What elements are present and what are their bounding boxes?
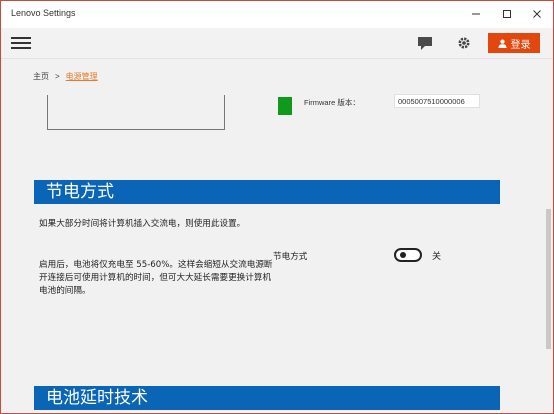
- breadcrumb-separator: >: [55, 72, 60, 81]
- gear-icon: [458, 37, 470, 49]
- firmware-value-field: 0005007510000006: [394, 94, 480, 108]
- battery-saver-details: 启用后，电池将仅充电至 55-60%。这样会缩短从交流电源断开连接后可使用计算机…: [39, 260, 273, 296]
- feedback-button[interactable]: [415, 34, 435, 52]
- minimize-icon: [472, 13, 480, 15]
- battery-saver-setting-label: 节电方式: [273, 252, 308, 262]
- login-label: 登录: [510, 39, 531, 51]
- maximize-button[interactable]: [492, 3, 522, 25]
- breadcrumb-home-link[interactable]: 主页: [33, 72, 49, 81]
- battery-saver-description: 如果大部分时间将计算机插入交流电，则使用此设置。: [39, 219, 246, 229]
- app-toolbar: 登录: [1, 28, 553, 59]
- user-icon: [498, 39, 506, 48]
- minimize-button[interactable]: [461, 3, 491, 25]
- breadcrumb: 主页 > 电源管理: [33, 71, 98, 82]
- toggle-knob: [400, 252, 406, 258]
- vertical-scrollbar[interactable]: [545, 59, 553, 412]
- toggle-state-label: 关: [432, 252, 442, 262]
- login-button[interactable]: 登录: [488, 33, 540, 53]
- window-title: Lenovo Settings: [11, 8, 76, 18]
- battery-status-badge: [278, 97, 292, 115]
- scrollbar-thumb[interactable]: [546, 209, 551, 349]
- close-button[interactable]: [522, 3, 552, 25]
- main-content: 主页 > 电源管理 Firmware 版本： 0005007510000006 节电…: [1, 59, 553, 412]
- firmware-label: Firmware 版本：: [304, 98, 360, 107]
- battery-image-frame: [47, 95, 225, 130]
- close-icon: [533, 10, 541, 18]
- chat-icon: [418, 36, 432, 50]
- settings-button[interactable]: [454, 34, 474, 52]
- battery-delay-section-header: 电池延时技术: [34, 386, 500, 410]
- battery-saver-toggle[interactable]: [394, 248, 422, 262]
- battery-saver-section-header: 节电方式: [34, 180, 500, 204]
- title-bar: Lenovo Settings: [1, 1, 553, 27]
- breadcrumb-current-link[interactable]: 电源管理: [66, 72, 98, 81]
- hamburger-menu-icon[interactable]: [11, 36, 31, 50]
- maximize-icon: [503, 10, 511, 18]
